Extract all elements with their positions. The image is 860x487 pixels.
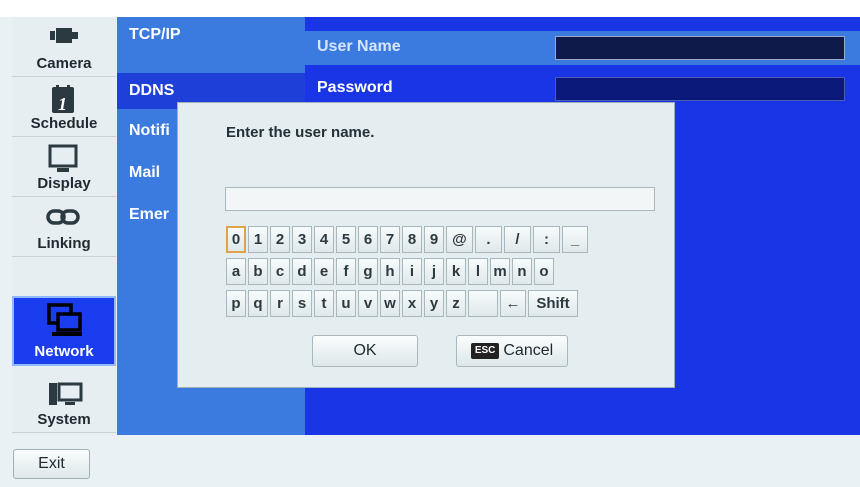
submenu-item-label: DDNS — [129, 82, 175, 99]
camera-icon — [12, 23, 116, 51]
top-strip — [0, 0, 860, 17]
sidebar-item-display[interactable]: Display — [12, 137, 116, 197]
key-p[interactable]: p — [226, 290, 246, 317]
key-u[interactable]: u — [336, 290, 356, 317]
key-w[interactable]: w — [380, 290, 400, 317]
key-i[interactable]: i — [402, 258, 422, 285]
key-shift[interactable]: Shift — [528, 290, 578, 317]
key-y[interactable]: y — [424, 290, 444, 317]
key-space[interactable] — [468, 290, 498, 317]
password-field[interactable] — [555, 77, 845, 101]
key-e[interactable]: e — [314, 258, 334, 285]
svg-text:1: 1 — [58, 94, 67, 114]
key-4[interactable]: 4 — [314, 226, 334, 253]
key-3[interactable]: 3 — [292, 226, 312, 253]
sidebar-item-label: Linking — [37, 235, 91, 252]
monitor-icon — [12, 143, 116, 172]
user-name-label: User Name — [317, 38, 401, 55]
text-input[interactable] — [225, 187, 655, 211]
key-z[interactable]: z — [446, 290, 466, 317]
key-0[interactable]: 0 — [226, 226, 246, 253]
keyboard-dialog: Enter the user name. 0 1 2 3 4 5 6 7 8 9… — [177, 102, 675, 388]
submenu-item-label: Notifi — [129, 122, 170, 139]
key-c[interactable]: c — [270, 258, 290, 285]
sidebar-item-label: System — [37, 411, 91, 428]
sidebar-item-schedule[interactable]: 1 Schedule — [12, 77, 116, 137]
sidebar-item-camera[interactable]: Camera — [12, 17, 116, 77]
key-8[interactable]: 8 — [402, 226, 422, 253]
user-name-row[interactable]: User Name — [305, 31, 860, 65]
bottom-bar: Exit — [0, 435, 860, 487]
sidebar-item-label: Display — [37, 175, 91, 192]
key-2[interactable]: 2 — [270, 226, 290, 253]
key-d[interactable]: d — [292, 258, 312, 285]
key-g[interactable]: g — [358, 258, 378, 285]
key-6[interactable]: 6 — [358, 226, 378, 253]
cancel-button[interactable]: ESC Cancel — [456, 335, 568, 367]
user-name-field[interactable] — [555, 36, 845, 60]
key-at[interactable]: @ — [446, 226, 473, 253]
sidebar-item-network[interactable]: Network — [12, 296, 116, 366]
computer-icon — [12, 379, 116, 407]
key-n[interactable]: n — [512, 258, 532, 285]
key-h[interactable]: h — [380, 258, 400, 285]
key-s[interactable]: s — [292, 290, 312, 317]
key-r[interactable]: r — [270, 290, 290, 317]
key-backspace[interactable]: ← — [500, 290, 526, 317]
key-7[interactable]: 7 — [380, 226, 400, 253]
submenu-item-label: TCP/IP — [129, 26, 181, 43]
key-a[interactable]: a — [226, 258, 246, 285]
sidebar-item-label: Network — [34, 343, 94, 360]
key-j[interactable]: j — [424, 258, 444, 285]
cancel-label: Cancel — [503, 342, 554, 359]
link-icon — [12, 203, 116, 231]
sidebar-item-system[interactable]: System — [12, 373, 116, 433]
key-slash[interactable]: / — [504, 226, 531, 253]
key-f[interactable]: f — [336, 258, 356, 285]
key-q[interactable]: q — [248, 290, 268, 317]
key-b[interactable]: b — [248, 258, 268, 285]
key-x[interactable]: x — [402, 290, 422, 317]
key-1[interactable]: 1 — [248, 226, 268, 253]
network-icon — [14, 302, 114, 338]
key-o[interactable]: o — [534, 258, 554, 285]
key-m[interactable]: m — [490, 258, 510, 285]
dialog-prompt: Enter the user name. — [226, 124, 375, 141]
submenu-item-label: Mail — [129, 164, 161, 181]
password-label: Password — [317, 79, 393, 96]
submenu-item-label: Emer — [129, 206, 170, 223]
sidebar: Camera 1 Schedule Display Linking Networ… — [12, 17, 116, 435]
key-v[interactable]: v — [358, 290, 378, 317]
submenu-item-tcpip[interactable]: TCP/IP — [117, 17, 305, 53]
esc-badge: ESC — [470, 342, 500, 359]
ok-button[interactable]: OK — [312, 335, 418, 367]
sidebar-item-linking[interactable]: Linking — [12, 197, 116, 257]
sidebar-item-label: Schedule — [30, 115, 98, 132]
key-period[interactable]: . — [475, 226, 502, 253]
key-5[interactable]: 5 — [336, 226, 356, 253]
exit-button[interactable]: Exit — [13, 449, 90, 479]
key-k[interactable]: k — [446, 258, 466, 285]
sidebar-item-label: Camera — [36, 55, 92, 72]
password-row[interactable]: Password — [305, 72, 860, 106]
key-colon[interactable]: : — [533, 226, 560, 253]
key-t[interactable]: t — [314, 290, 334, 317]
calendar-icon: 1 — [12, 83, 116, 114]
key-underscore[interactable]: _ — [562, 226, 588, 253]
key-9[interactable]: 9 — [424, 226, 444, 253]
key-l[interactable]: l — [468, 258, 488, 285]
